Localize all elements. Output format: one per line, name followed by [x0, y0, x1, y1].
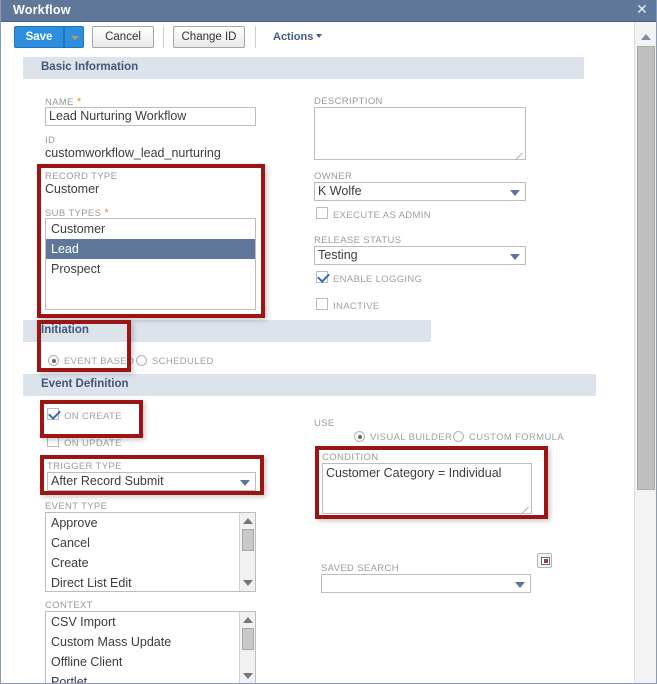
name-input[interactable]: Lead Nurturing Workflow: [45, 107, 256, 126]
radio-custom-formula-label: CUSTOM FORMULA: [469, 432, 564, 443]
scroll-down-icon[interactable]: [243, 580, 253, 586]
list-item[interactable]: CSV Import: [46, 612, 255, 632]
form-content: Basic Information NAME * Lead Nurturing …: [1, 52, 636, 683]
trigger-type-label: TRIGGER TYPE: [47, 461, 122, 472]
toolbar-divider: [255, 26, 256, 48]
list-item[interactable]: Offline Client: [46, 652, 255, 672]
chevron-down-icon: [240, 480, 250, 486]
chevron-down-icon: [515, 582, 525, 588]
chevron-down-icon: [510, 254, 520, 260]
section-title: Initiation: [41, 324, 89, 336]
trigger-type-value: After Record Submit: [51, 474, 164, 488]
chevron-down-icon: [316, 34, 323, 38]
list-item[interactable]: Direct List Edit: [46, 573, 255, 591]
actions-menu[interactable]: Actions: [273, 31, 323, 43]
actions-menu-label: Actions: [273, 31, 314, 43]
section-header-event-definition: Event Definition: [23, 374, 596, 396]
id-label: ID: [45, 135, 56, 146]
page-scrollbar[interactable]: [634, 22, 656, 683]
close-icon[interactable]: ✕: [634, 1, 650, 19]
radio-event-based[interactable]: [48, 355, 59, 366]
context-listbox[interactable]: CSV Import Custom Mass Update Offline Cl…: [45, 611, 256, 683]
resize-grip-icon[interactable]: [515, 150, 524, 161]
list-item[interactable]: Portlet: [46, 672, 255, 683]
resize-grip-icon[interactable]: [521, 504, 530, 515]
list-item[interactable]: Custom Mass Update: [46, 632, 255, 652]
scrollbar-thumb[interactable]: [637, 46, 655, 490]
inactive-checkbox[interactable]: [316, 298, 328, 310]
release-status-select[interactable]: Testing: [314, 246, 526, 265]
save-dropdown-button[interactable]: [64, 26, 84, 48]
release-status-value: Testing: [318, 248, 358, 262]
trigger-type-select[interactable]: After Record Submit: [47, 472, 256, 491]
window-title: Workflow: [13, 3, 71, 17]
release-status-label: RELEASE STATUS: [314, 235, 402, 246]
list-item[interactable]: Prospect: [46, 259, 255, 279]
radio-visual-builder-label: VISUAL BUILDER: [370, 432, 453, 443]
on-create-checkbox[interactable]: [47, 408, 59, 420]
id-value: customworkflow_lead_nurturing: [45, 146, 221, 160]
owner-select[interactable]: K Wolfe: [314, 182, 526, 201]
window-titlebar: Workflow ✕: [1, 0, 656, 22]
cancel-button[interactable]: Cancel: [92, 26, 154, 48]
event-type-label: EVENT TYPE: [45, 501, 108, 512]
description-textarea[interactable]: [314, 107, 526, 161]
saved-search-label: SAVED SEARCH: [321, 563, 399, 574]
on-create-label: ON CREATE: [64, 411, 122, 422]
scroll-up-icon[interactable]: [641, 34, 651, 40]
list-item[interactable]: Customer: [46, 219, 255, 239]
context-scrollbar[interactable]: [239, 612, 255, 683]
radio-scheduled[interactable]: [136, 355, 147, 366]
section-header-initiation: Initiation: [23, 320, 431, 342]
list-item[interactable]: Create: [46, 553, 255, 573]
execute-as-admin-label: EXECUTE AS ADMIN: [333, 210, 431, 221]
event-type-scrollbar[interactable]: [239, 513, 255, 591]
condition-textarea[interactable]: Customer Category = Individual: [322, 463, 532, 515]
list-item[interactable]: Lead: [46, 239, 255, 259]
condition-value: Customer Category = Individual: [326, 466, 502, 480]
record-type-label: RECORD TYPE: [45, 171, 118, 182]
enable-logging-checkbox[interactable]: [316, 271, 328, 283]
description-label: DESCRIPTION: [314, 96, 383, 107]
section-header-basic-information: Basic Information: [23, 57, 584, 79]
enable-logging-label: ENABLE LOGGING: [333, 274, 423, 285]
formula-builder-icon[interactable]: [537, 553, 552, 568]
section-title: Event Definition: [41, 378, 129, 390]
owner-label: OWNER: [314, 171, 353, 182]
toolbar-divider: [163, 26, 164, 48]
use-label: USE: [314, 418, 335, 429]
radio-event-based-label: EVENT BASED: [64, 356, 135, 367]
on-update-label: ON UPDATE: [64, 438, 122, 449]
list-item[interactable]: Cancel: [46, 533, 255, 553]
on-update-checkbox[interactable]: [47, 435, 59, 447]
execute-as-admin-checkbox[interactable]: [316, 207, 328, 219]
condition-label: CONDITION: [322, 452, 379, 463]
radio-scheduled-label: SCHEDULED: [152, 356, 214, 367]
scroll-up-icon[interactable]: [243, 617, 253, 623]
chevron-down-icon: [71, 36, 79, 40]
record-type-value: Customer: [45, 182, 100, 196]
saved-search-select[interactable]: [321, 574, 531, 593]
list-item[interactable]: Approve: [46, 513, 255, 533]
workflow-window: Workflow ✕ Save Cancel Change ID Actions…: [0, 0, 657, 684]
radio-visual-builder[interactable]: [354, 431, 365, 442]
radio-custom-formula[interactable]: [453, 431, 464, 442]
owner-value: K Wolfe: [318, 184, 362, 198]
event-type-listbox[interactable]: Approve Cancel Create Direct List Edit: [45, 512, 256, 592]
chevron-down-icon: [510, 190, 520, 196]
inactive-label: INACTIVE: [333, 301, 380, 312]
scrollbar-thumb[interactable]: [242, 529, 254, 551]
context-label: CONTEXT: [45, 600, 93, 611]
toolbar: Save Cancel Change ID Actions: [1, 22, 636, 52]
scroll-up-icon[interactable]: [243, 518, 253, 524]
scroll-down-icon[interactable]: [243, 673, 253, 679]
change-id-button[interactable]: Change ID: [173, 26, 245, 48]
sub-types-listbox[interactable]: Customer Lead Prospect: [45, 218, 256, 310]
scrollbar-thumb[interactable]: [242, 628, 254, 650]
save-button[interactable]: Save: [14, 26, 64, 48]
section-title: Basic Information: [41, 61, 139, 73]
